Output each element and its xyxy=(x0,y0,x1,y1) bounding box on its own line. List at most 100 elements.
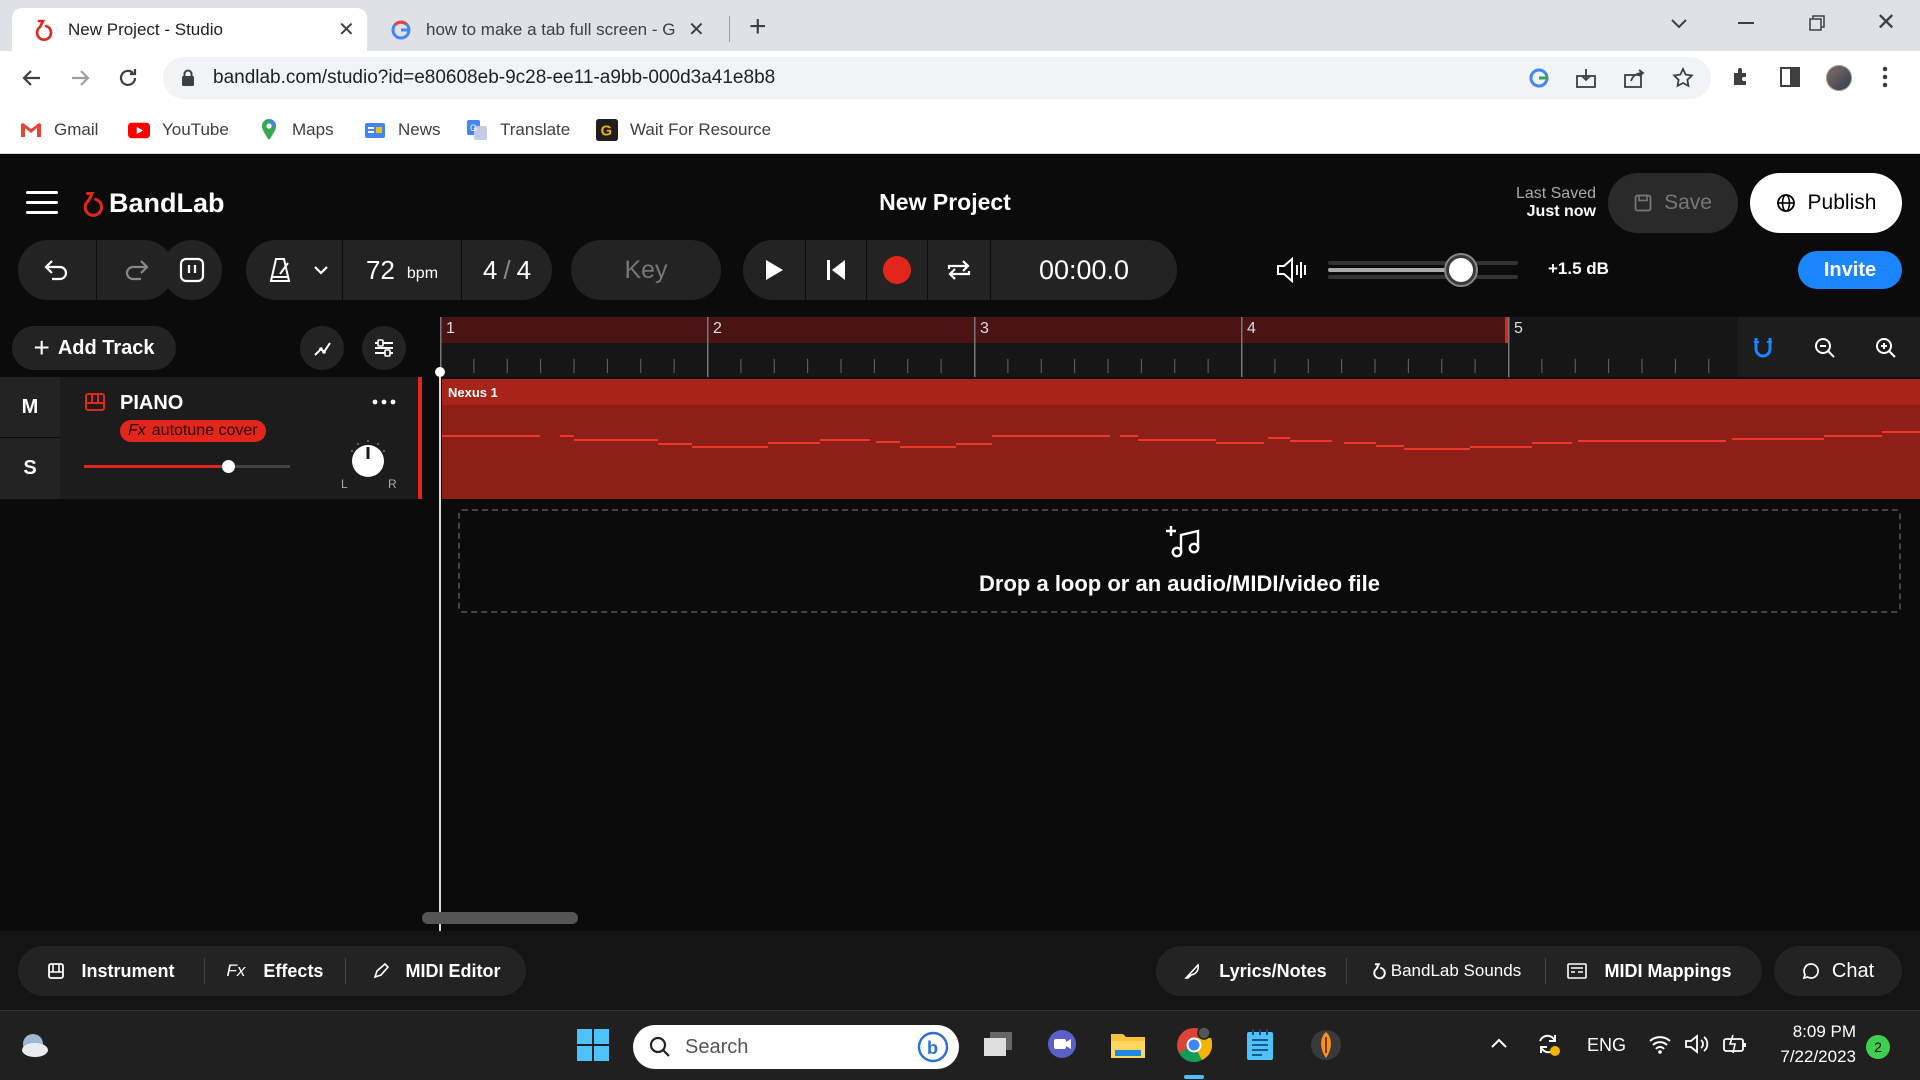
undo-button[interactable] xyxy=(18,240,96,300)
timeline-ruler[interactable]: 1 2 3 4 5 xyxy=(440,317,1920,377)
bookmark-translate[interactable]: G Translate xyxy=(466,115,570,145)
show-hidden-icons-chevron-icon[interactable] xyxy=(1490,1037,1508,1049)
chrome-taskbar-icon[interactable] xyxy=(1174,1025,1214,1065)
last-saved-value: Just now xyxy=(1526,203,1596,220)
chrome-menu-icon[interactable] xyxy=(1882,65,1888,89)
sync-status-icon[interactable] xyxy=(1535,1031,1561,1057)
chat-button[interactable]: Chat xyxy=(1774,946,1902,996)
google-lens-icon[interactable] xyxy=(1527,66,1551,90)
restore-icon[interactable] xyxy=(1808,14,1826,32)
lock-icon[interactable] xyxy=(181,69,195,87)
bandlab-logo[interactable]: BandLab xyxy=(77,188,225,219)
clock-time[interactable]: 8:09 PM xyxy=(1768,1022,1856,1042)
bookmark-news[interactable]: News xyxy=(364,115,441,145)
new-tab-icon[interactable]: + xyxy=(749,10,767,44)
profile-avatar[interactable] xyxy=(1826,65,1852,91)
ruler-minor-tick xyxy=(1574,359,1576,373)
track-settings-button[interactable] xyxy=(362,326,406,370)
fl-studio-icon[interactable] xyxy=(1306,1025,1346,1065)
clock-date[interactable]: 7/22/2023 xyxy=(1760,1047,1856,1067)
midi-region[interactable]: Nexus 1 xyxy=(442,379,1920,499)
bookmark-wait-for-resource[interactable]: G Wait For Resource xyxy=(596,115,771,145)
track-more-options-icon[interactable] xyxy=(372,399,396,405)
midi-editor-tab[interactable]: MIDI Editor xyxy=(346,946,526,996)
key-button[interactable]: Key xyxy=(571,240,721,300)
automation-button[interactable] xyxy=(300,326,344,370)
effects-tab[interactable]: Fx Effects xyxy=(205,946,345,996)
publish-button[interactable]: Publish xyxy=(1750,173,1902,233)
bandlab-sounds-tab[interactable]: BandLab Sounds xyxy=(1347,946,1543,996)
url-text[interactable]: bandlab.com/studio?id=e80608eb-9c28-ee11… xyxy=(213,67,775,89)
pan-right-label: R xyxy=(388,477,397,491)
hamburger-menu-icon[interactable] xyxy=(26,190,58,216)
teams-chat-icon[interactable] xyxy=(1042,1025,1082,1065)
bookmark-star-icon[interactable] xyxy=(1671,66,1695,90)
browser-toolbar: bandlab.com/studio?id=e80608eb-9c28-ee11… xyxy=(0,51,1920,105)
track-volume-slider[interactable] xyxy=(84,459,290,475)
zoom-out-button[interactable] xyxy=(1804,327,1846,369)
master-volume-icon[interactable] xyxy=(1276,256,1310,284)
slider-handle[interactable] xyxy=(221,460,235,473)
file-explorer-icon[interactable] xyxy=(1108,1025,1148,1065)
solo-button[interactable]: S xyxy=(0,438,60,499)
weather-icon[interactable] xyxy=(14,1025,54,1065)
project-title[interactable]: New Project xyxy=(760,189,1130,216)
metronome-dropdown-button[interactable] xyxy=(306,240,336,300)
tempo-input[interactable]: 72 bpm xyxy=(343,240,461,300)
loop-button[interactable] xyxy=(928,240,990,300)
extensions-icon[interactable] xyxy=(1730,65,1754,89)
tab-search-chevron-icon[interactable] xyxy=(1668,12,1690,34)
translate-icon: G xyxy=(466,119,488,141)
effect-badge[interactable]: Fx autotune cover xyxy=(120,420,266,442)
tab-new-project-studio[interactable]: New Project - Studio ✕ xyxy=(12,8,367,51)
drop-zone[interactable]: Drop a loop or an audio/MIDI/video file xyxy=(458,509,1901,613)
track-name[interactable]: PIANO xyxy=(120,392,183,415)
horizontal-scrollbar[interactable] xyxy=(422,912,578,924)
start-menu-icon[interactable] xyxy=(573,1025,613,1065)
midi-mappings-tab[interactable]: MIDI Mappings xyxy=(1546,946,1752,996)
metronome-button[interactable] xyxy=(262,240,298,300)
pan-knob[interactable] xyxy=(346,437,390,481)
bookmark-gmail[interactable]: Gmail xyxy=(20,115,98,145)
ruler-minor-tick xyxy=(1441,359,1443,373)
language-indicator[interactable]: ENG xyxy=(1587,1035,1626,1056)
playhead-handle[interactable] xyxy=(435,367,445,377)
mute-button[interactable]: M xyxy=(0,377,60,437)
slider-handle[interactable] xyxy=(1446,255,1476,285)
record-button[interactable] xyxy=(867,240,927,300)
globe-icon xyxy=(1776,193,1796,213)
skip-to-start-button[interactable] xyxy=(806,240,866,300)
master-volume-slider[interactable] xyxy=(1328,255,1518,285)
add-track-button[interactable]: + Add Track xyxy=(12,326,176,370)
back-icon[interactable] xyxy=(20,66,44,90)
task-view-icon[interactable] xyxy=(978,1025,1018,1065)
bookmark-maps[interactable]: Maps xyxy=(258,115,334,145)
play-button[interactable] xyxy=(743,240,805,300)
notification-badge[interactable]: 2 xyxy=(1866,1035,1890,1059)
instrument-tab[interactable]: Instrument xyxy=(18,946,204,996)
taskbar-search-box[interactable]: Search b xyxy=(633,1025,959,1069)
snap-button[interactable] xyxy=(1742,327,1784,369)
minimize-icon[interactable] xyxy=(1738,22,1754,24)
share-icon[interactable] xyxy=(1623,67,1645,89)
notepad-icon[interactable] xyxy=(1240,1025,1280,1065)
save-button[interactable]: Save xyxy=(1608,173,1738,233)
tab-google-search[interactable]: how to make a tab full screen - G ✕ xyxy=(372,8,724,51)
close-window-icon[interactable]: ✕ xyxy=(1876,8,1896,37)
zoom-in-button[interactable] xyxy=(1865,327,1907,369)
reload-icon[interactable] xyxy=(116,66,140,90)
speaker-icon[interactable] xyxy=(1684,1033,1710,1055)
close-tab-icon[interactable]: ✕ xyxy=(338,17,355,42)
time-signature-input[interactable]: 4 / 4 xyxy=(462,240,552,300)
side-panel-icon[interactable] xyxy=(1779,66,1801,88)
metronome-toggle-button[interactable] xyxy=(162,240,222,300)
wifi-icon[interactable] xyxy=(1648,1033,1672,1055)
install-app-icon[interactable] xyxy=(1575,67,1597,89)
lyrics-notes-tab[interactable]: Lyrics/Notes xyxy=(1166,946,1344,996)
forward-icon[interactable] xyxy=(68,66,92,90)
invite-button[interactable]: Invite xyxy=(1798,251,1902,289)
bookmark-youtube[interactable]: YouTube xyxy=(128,115,229,145)
close-tab-icon[interactable]: ✕ xyxy=(688,17,705,42)
battery-icon[interactable] xyxy=(1722,1033,1748,1055)
address-bar[interactable]: bandlab.com/studio?id=e80608eb-9c28-ee11… xyxy=(163,57,1711,99)
